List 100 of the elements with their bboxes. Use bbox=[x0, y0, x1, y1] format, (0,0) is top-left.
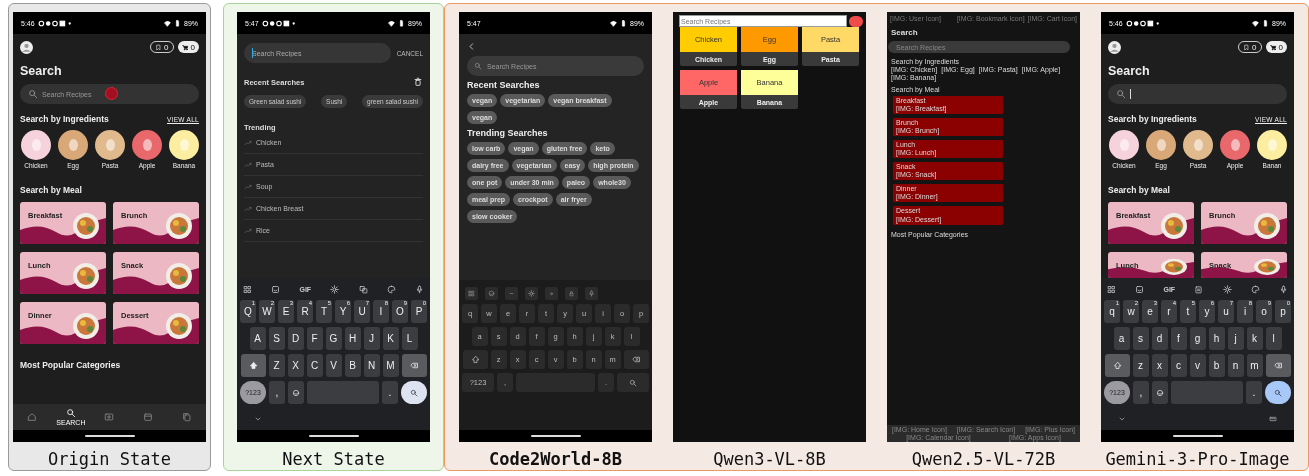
palette-icon[interactable] bbox=[1250, 284, 1260, 294]
clipboard-icon[interactable] bbox=[1194, 284, 1204, 294]
backspace-key[interactable] bbox=[623, 350, 649, 369]
keyboard-key[interactable]: A bbox=[249, 327, 266, 350]
keyboard-key[interactable]: Z bbox=[268, 354, 285, 377]
keyboard-key[interactable]: X bbox=[287, 354, 304, 377]
cart-button[interactable]: 0 bbox=[1265, 41, 1287, 53]
period-key[interactable]: . bbox=[1246, 381, 1262, 404]
keyboard-key[interactable]: H bbox=[344, 327, 361, 350]
avatar-icon[interactable] bbox=[1108, 40, 1121, 54]
toolbar-key[interactable] bbox=[485, 286, 498, 300]
text-cursor bbox=[1130, 89, 1131, 99]
backspace-key[interactable] bbox=[401, 354, 427, 377]
keyboard-key[interactable]: k bbox=[1246, 327, 1263, 350]
keyboard-key[interactable]: x bbox=[1151, 354, 1168, 377]
keyboard-key[interactable]: D bbox=[287, 327, 304, 350]
ingredient-photo[interactable] bbox=[1183, 130, 1213, 160]
apps-grid-icon[interactable] bbox=[1107, 284, 1116, 294]
keyboard-key[interactable]: f bbox=[1170, 327, 1187, 350]
search-key[interactable] bbox=[401, 381, 427, 404]
settings-icon[interactable] bbox=[330, 284, 340, 294]
keyboard-key[interactable]: a bbox=[1113, 327, 1130, 350]
toolbar-key[interactable] bbox=[585, 286, 598, 300]
keyboard-key[interactable]: J bbox=[363, 327, 380, 350]
home-indicator bbox=[1172, 435, 1223, 437]
keyboard-key[interactable]: B bbox=[344, 354, 361, 377]
toolbar-key[interactable] bbox=[465, 286, 478, 300]
add-icon bbox=[104, 412, 115, 422]
keyboard-key[interactable]: F bbox=[306, 327, 323, 350]
keyboard-key[interactable]: z bbox=[1132, 354, 1149, 377]
ingredient-photo[interactable] bbox=[95, 130, 125, 160]
emoji-key[interactable] bbox=[288, 381, 304, 404]
keyboard-key[interactable]: g bbox=[1189, 327, 1206, 350]
sticker-icon[interactable] bbox=[1135, 284, 1145, 294]
trash-icon[interactable] bbox=[413, 77, 423, 87]
keyboard-key[interactable]: l bbox=[1265, 327, 1282, 350]
panel-caption: Qwen2.5-VL-72B bbox=[911, 449, 1056, 469]
search-button[interactable] bbox=[849, 15, 863, 27]
translate-icon[interactable] bbox=[358, 284, 368, 294]
keyboard-key[interactable]: d bbox=[1151, 327, 1168, 350]
section-title: Search by Meal bbox=[1108, 185, 1171, 195]
ingredient-photo[interactable] bbox=[169, 130, 199, 160]
shift-key[interactable] bbox=[1104, 354, 1130, 377]
toolbar-key[interactable] bbox=[525, 286, 538, 300]
keyboard-key[interactable]: j bbox=[1227, 327, 1244, 350]
cart-button[interactable]: 0 bbox=[177, 41, 199, 53]
keyboard-key[interactable]: h bbox=[1208, 327, 1225, 350]
wifi-icon bbox=[164, 19, 171, 27]
ingredient-photo[interactable] bbox=[21, 130, 51, 160]
settings-icon[interactable] bbox=[1222, 284, 1232, 294]
period-key[interactable]: . bbox=[382, 381, 398, 404]
keyboard-key[interactable]: n bbox=[1227, 354, 1244, 377]
microphone-icon[interactable] bbox=[1279, 284, 1288, 294]
trend-icon bbox=[244, 204, 252, 213]
avatar-icon[interactable] bbox=[20, 40, 33, 54]
comma-key[interactable]: , bbox=[1133, 381, 1149, 404]
microphone-icon[interactable] bbox=[415, 284, 424, 294]
keyboard-key[interactable]: K bbox=[382, 327, 399, 350]
ingredient-photo[interactable] bbox=[1220, 130, 1250, 160]
search-key[interactable] bbox=[1265, 381, 1291, 404]
sticker-icon[interactable] bbox=[271, 284, 281, 294]
keyboard-key[interactable]: M bbox=[382, 354, 399, 377]
keyboard-key[interactable]: S bbox=[268, 327, 285, 350]
chevron-down-icon[interactable] bbox=[254, 415, 262, 423]
back-icon[interactable] bbox=[467, 42, 476, 51]
backspace-key[interactable] bbox=[1265, 354, 1291, 377]
keyboard-key[interactable]: C bbox=[306, 354, 323, 377]
keyboard-key[interactable]: b bbox=[1208, 354, 1225, 377]
keyboard-key[interactable]: s bbox=[1132, 327, 1149, 350]
emoji-icon bbox=[292, 388, 300, 397]
keyboard-key[interactable]: m bbox=[1246, 354, 1263, 377]
backspace-icon bbox=[1273, 361, 1283, 370]
ingredient-photo[interactable] bbox=[1109, 130, 1139, 160]
keyboard-icon[interactable] bbox=[1269, 415, 1277, 423]
ingredient-photo[interactable] bbox=[132, 130, 162, 160]
battery-icon bbox=[174, 19, 181, 27]
keyboard-key[interactable]: G bbox=[325, 327, 342, 350]
keyboard-key[interactable]: c bbox=[1170, 354, 1187, 377]
apps-grid-icon[interactable] bbox=[243, 284, 252, 294]
emoji-key[interactable] bbox=[1152, 381, 1168, 404]
palette-icon[interactable] bbox=[386, 284, 396, 294]
home-icon bbox=[27, 412, 38, 422]
chevron-down-icon[interactable] bbox=[1118, 415, 1126, 423]
ingredient-photo[interactable] bbox=[1146, 130, 1176, 160]
backspace-icon bbox=[631, 355, 641, 364]
keyboard-key[interactable]: V bbox=[325, 354, 342, 377]
section-title: Search by Ingredients bbox=[20, 114, 109, 124]
keyboard-key[interactable]: L bbox=[401, 327, 418, 350]
search-field[interactable] bbox=[1108, 84, 1287, 104]
battery-icon bbox=[620, 19, 627, 27]
ingredient-photo[interactable] bbox=[1257, 130, 1287, 160]
keyboard-key[interactable]: v bbox=[1189, 354, 1206, 377]
calendar-icon bbox=[143, 412, 154, 422]
toolbar-key[interactable] bbox=[565, 286, 578, 300]
ingredient-photo[interactable] bbox=[58, 130, 88, 160]
shift-key[interactable] bbox=[240, 354, 266, 377]
page-title: Search bbox=[891, 28, 919, 37]
keyboard-key[interactable]: N bbox=[363, 354, 380, 377]
backspace-icon bbox=[409, 361, 419, 370]
comma-key[interactable]: , bbox=[269, 381, 285, 404]
